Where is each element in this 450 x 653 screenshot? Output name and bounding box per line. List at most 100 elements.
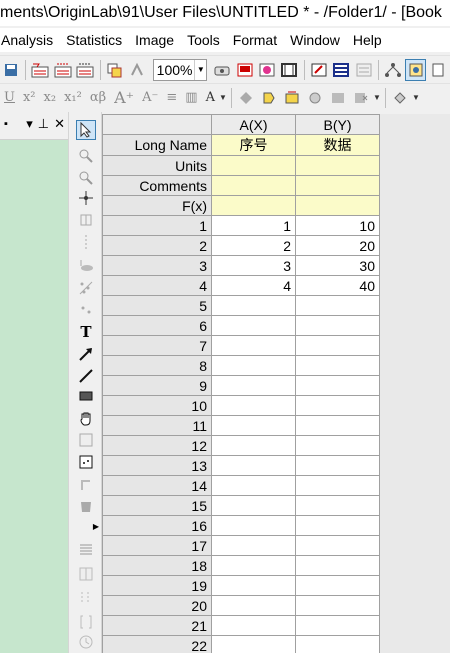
row-number[interactable]: 17 <box>102 535 212 556</box>
data-cell-a[interactable] <box>211 635 296 653</box>
data-cell-a[interactable] <box>211 495 296 516</box>
row-number[interactable]: 20 <box>102 595 212 616</box>
chevron-right-icon[interactable]: ▶ <box>91 516 101 536</box>
comments-cell-a[interactable] <box>211 175 296 196</box>
data-cell-b[interactable] <box>295 635 380 653</box>
worksheet-corner-cell[interactable] <box>102 114 212 135</box>
data-cell-b[interactable]: 10 <box>295 215 380 236</box>
data-cell-b[interactable] <box>295 515 380 536</box>
data-cell-b[interactable] <box>295 435 380 456</box>
data-cell-b[interactable] <box>295 415 380 436</box>
data-cell-a[interactable] <box>211 555 296 576</box>
data-cell-a[interactable] <box>211 355 296 376</box>
data-cell-a[interactable] <box>211 335 296 356</box>
data-cell-b[interactable]: 40 <box>295 275 380 296</box>
column-header-a[interactable]: A(X) <box>211 114 296 135</box>
superscript-icon[interactable]: x² <box>23 90 36 105</box>
row-number[interactable]: 1 <box>102 215 212 236</box>
increase-font-icon[interactable]: A⁺ <box>114 88 134 107</box>
row-label-long-name[interactable]: Long Name <box>102 134 212 156</box>
row-number[interactable]: 6 <box>102 315 212 336</box>
data-cell-b[interactable] <box>295 615 380 636</box>
row-number[interactable]: 18 <box>102 555 212 576</box>
units-cell-b[interactable] <box>295 155 380 176</box>
project-explorer-icon[interactable] <box>382 59 403 81</box>
comments-cell-b[interactable] <box>295 175 380 196</box>
recalculate-icon[interactable] <box>126 59 147 81</box>
import-wizard-icon[interactable] <box>29 59 50 81</box>
close-icon[interactable]: ▪ <box>4 118 8 130</box>
data-cell-a[interactable] <box>211 575 296 596</box>
row-label-comments[interactable]: Comments <box>102 175 212 196</box>
chevron-down-icon[interactable]: ▼ <box>412 87 420 109</box>
row-number[interactable]: 3 <box>102 255 212 276</box>
chevron-down-icon[interactable]: ▼ <box>194 59 206 80</box>
supersubscript-icon[interactable]: x₁² <box>64 90 82 105</box>
row-number[interactable]: 11 <box>102 415 212 436</box>
arrow-tool-icon[interactable] <box>76 344 96 364</box>
data-cell-b[interactable]: 30 <box>295 255 380 276</box>
fx-cell-b[interactable] <box>295 195 380 216</box>
pointer-icon[interactable] <box>76 120 96 140</box>
data-cell-b[interactable] <box>295 375 380 396</box>
data-cell-b[interactable] <box>295 575 380 596</box>
new-function-icon[interactable] <box>256 59 277 81</box>
data-cell-a[interactable] <box>211 455 296 476</box>
data-cell-a[interactable] <box>211 615 296 636</box>
long-name-cell-b[interactable]: 数据 <box>295 134 380 156</box>
data-cell-b[interactable]: 20 <box>295 235 380 256</box>
data-cell-b[interactable] <box>295 315 380 336</box>
long-name-cell-a[interactable]: 序号 <box>211 134 296 156</box>
new-excel-icon[interactable] <box>353 59 374 81</box>
column-header-b[interactable]: B(Y) <box>295 114 380 135</box>
menu-analysis[interactable]: Analysis <box>0 32 61 48</box>
row-number[interactable]: 22 <box>102 635 212 653</box>
data-cell-b[interactable] <box>295 355 380 376</box>
bracket-tool-icon[interactable] <box>76 612 96 632</box>
add-table-icon[interactable] <box>76 452 96 472</box>
data-cell-a[interactable] <box>211 535 296 556</box>
row-number[interactable]: 5 <box>102 295 212 316</box>
new-notes-icon[interactable] <box>308 59 329 81</box>
menu-help[interactable]: Help <box>352 32 390 48</box>
import-ascii-icon[interactable] <box>74 59 95 81</box>
data-cell-b[interactable] <box>295 295 380 316</box>
screen-reader-icon[interactable] <box>76 188 96 208</box>
data-cell-b[interactable] <box>295 475 380 496</box>
row-number[interactable]: 16 <box>102 515 212 536</box>
new-project-icon[interactable] <box>211 59 232 81</box>
menu-window[interactable]: Window <box>289 32 348 48</box>
units-cell-a[interactable] <box>211 155 296 176</box>
zoom-combobox[interactable]: 100% ▼ <box>152 58 208 81</box>
close-icon[interactable]: ✕ <box>54 116 65 132</box>
clock-icon[interactable] <box>76 632 96 652</box>
chevron-down-icon[interactable]: ▼ <box>373 87 381 109</box>
zoom-in-icon[interactable] <box>76 146 96 166</box>
dotted-column-icon[interactable] <box>76 588 96 608</box>
underline-icon[interactable]: U <box>4 90 15 105</box>
new-layout-icon[interactable] <box>331 59 352 81</box>
pin-icon[interactable]: ⊥ <box>38 116 49 132</box>
results-log-icon[interactable] <box>404 58 427 81</box>
region-select-icon[interactable] <box>76 256 96 276</box>
draw-data-icon[interactable] <box>76 496 96 516</box>
row-number[interactable]: 15 <box>102 495 212 516</box>
row-number[interactable]: 19 <box>102 575 212 596</box>
data-cell-b[interactable] <box>295 535 380 556</box>
mask-points-icon[interactable] <box>76 300 96 320</box>
fx-cell-a[interactable] <box>211 195 296 216</box>
row-number[interactable]: 14 <box>102 475 212 496</box>
menu-image[interactable]: Image <box>134 32 182 48</box>
data-cell-a[interactable]: 1 <box>211 215 296 236</box>
row-label-units[interactable]: Units <box>102 155 212 176</box>
menu-format[interactable]: Format <box>232 32 285 48</box>
data-cell-a[interactable] <box>211 415 296 436</box>
data-cell-a[interactable] <box>211 475 296 496</box>
text-tool-icon[interactable]: T <box>76 322 96 342</box>
data-cell-b[interactable] <box>295 455 380 476</box>
data-cursor-icon[interactable] <box>76 232 96 252</box>
duplicate-icon[interactable] <box>104 59 125 81</box>
statistics-icon[interactable] <box>327 87 349 109</box>
data-cell-a[interactable] <box>211 595 296 616</box>
data-cell-a[interactable] <box>211 295 296 316</box>
